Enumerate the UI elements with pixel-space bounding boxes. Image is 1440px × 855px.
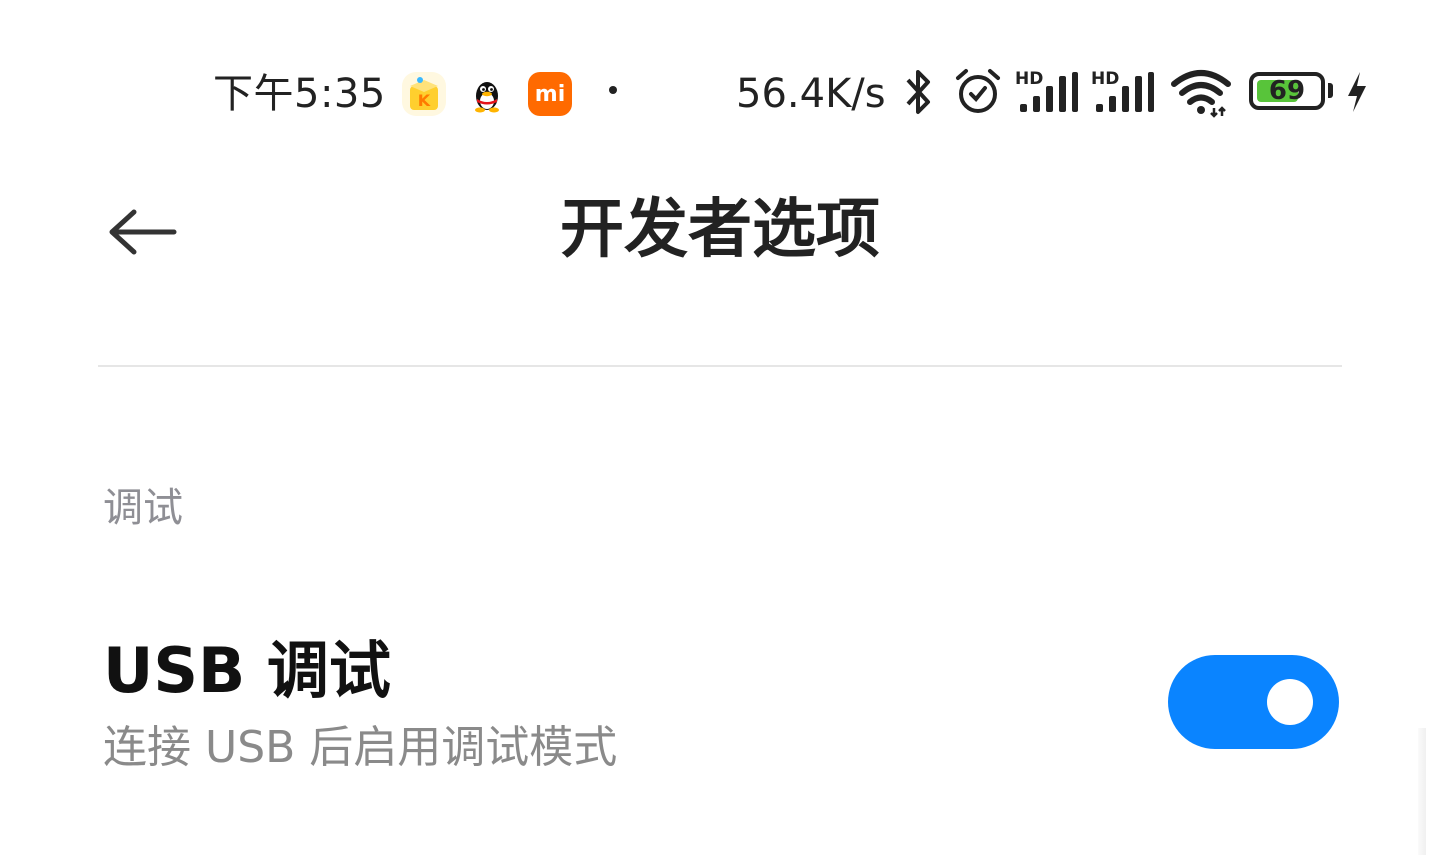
scroll-indicator: [1418, 728, 1426, 855]
qq-icon: [465, 72, 509, 116]
mi-icon: mi: [528, 72, 572, 116]
sim2-hd-label: HD: [1091, 69, 1119, 89]
signal-sim2-icon: HD: [1090, 66, 1156, 122]
network-speed: 56.4K/s: [736, 71, 886, 117]
status-bar: 下午5:35 K mi 56.4K/s HD HD 69: [0, 0, 1440, 150]
back-button[interactable]: [104, 200, 184, 264]
status-time: 下午5:35: [213, 71, 386, 117]
sim1-hd-label: HD: [1015, 69, 1043, 89]
setting-title: USB 调试: [103, 634, 391, 707]
header-divider: [98, 365, 1342, 367]
more-notifications-dot-icon: [609, 86, 617, 94]
back-arrow-icon: [109, 209, 177, 255]
toggle-knob: [1267, 679, 1313, 725]
signal-sim1-icon: HD: [1014, 66, 1080, 122]
usb-debugging-toggle[interactable]: [1168, 655, 1339, 749]
charging-icon: [1342, 66, 1372, 122]
wifi-icon: [1170, 66, 1232, 122]
section-header-debug: 调试: [103, 485, 183, 531]
battery-icon: 69: [1249, 72, 1325, 110]
page-title: 开发者选项: [560, 193, 880, 267]
mi-icon-label: mi: [534, 81, 566, 107]
setting-subtitle: 连接 USB 后启用调试模式: [103, 722, 618, 773]
bluetooth-icon: [902, 66, 936, 122]
svg-text:K: K: [418, 91, 431, 110]
kuwo-music-icon: K: [402, 72, 446, 116]
alarm-icon: [952, 66, 1004, 122]
battery-level: 69: [1268, 76, 1306, 106]
battery-nub: [1328, 83, 1333, 98]
